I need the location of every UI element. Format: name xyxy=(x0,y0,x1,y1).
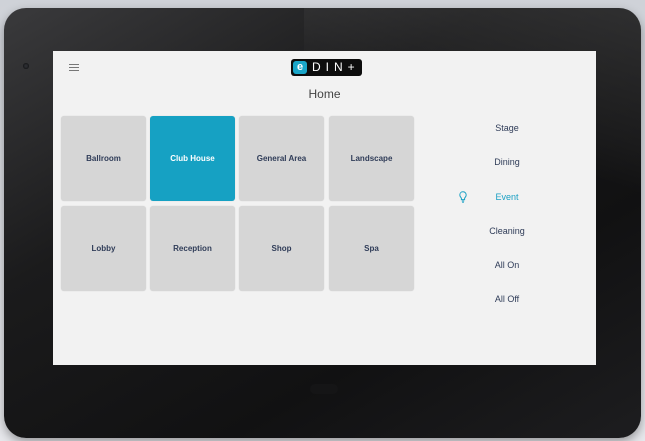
menu-icon[interactable] xyxy=(69,64,79,72)
scene-event[interactable]: Event xyxy=(447,192,567,202)
scene-all-on[interactable]: All On xyxy=(447,260,567,270)
room-tile-landscape[interactable]: Landscape xyxy=(329,116,414,201)
room-tile-spa[interactable]: Spa xyxy=(329,206,414,291)
scene-all-off[interactable]: All Off xyxy=(447,294,567,304)
room-tile-ballroom[interactable]: Ballroom xyxy=(61,116,146,201)
room-tile-club-house[interactable]: Club House xyxy=(150,116,235,201)
front-camera xyxy=(23,63,29,69)
edin-logo: e DIN+ xyxy=(291,59,362,76)
room-tile-reception[interactable]: Reception xyxy=(150,206,235,291)
hardware-home-button xyxy=(310,384,338,394)
room-tile-shop[interactable]: Shop xyxy=(239,206,324,291)
page-title: Home xyxy=(308,87,341,101)
scene-cleaning[interactable]: Cleaning xyxy=(447,226,567,236)
room-tile-lobby[interactable]: Lobby xyxy=(61,206,146,291)
room-tile-general-area[interactable]: General Area xyxy=(239,116,324,201)
touch-screen: e DIN+ Home Ballroom Club House General … xyxy=(53,51,596,365)
logo-mark: e xyxy=(293,61,307,74)
scene-stage[interactable]: Stage xyxy=(447,123,567,133)
scene-dining[interactable]: Dining xyxy=(447,157,567,167)
logo-text: DIN+ xyxy=(312,60,360,74)
